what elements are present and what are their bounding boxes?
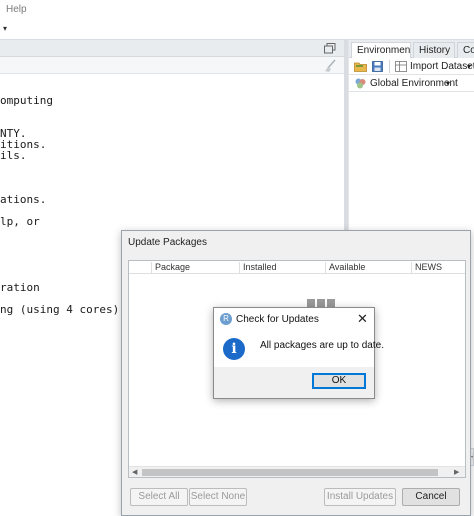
loading-dot — [327, 299, 335, 307]
tab-history[interactable]: History — [413, 42, 455, 58]
console-toolbar — [0, 57, 344, 74]
scroll-right-icon[interactable]: ▶ — [454, 468, 459, 476]
console-header — [0, 40, 344, 57]
console-line: ration — [0, 281, 40, 294]
column-installed[interactable]: Installed — [239, 262, 325, 274]
select-all-button[interactable]: Select All — [130, 488, 188, 506]
column-package[interactable]: Package — [151, 262, 239, 274]
select-none-button[interactable]: Select None — [189, 488, 247, 506]
loading-dot — [307, 299, 315, 307]
open-folder-icon[interactable] — [354, 61, 367, 72]
info-icon: i — [223, 338, 245, 360]
ok-button[interactable]: OK — [312, 373, 366, 389]
select-column-header[interactable] — [129, 261, 151, 274]
install-updates-button[interactable]: Install Updates — [324, 488, 396, 506]
console-line: ils. — [0, 149, 27, 162]
tab-environment[interactable]: Environment — [351, 42, 411, 59]
message-title: Check for Updates — [236, 314, 319, 325]
menubar: Help — [0, 0, 474, 20]
message-footer: OK — [214, 367, 374, 398]
import-dataset-icon — [395, 61, 407, 72]
r-environment-icon — [355, 78, 366, 89]
cancel-button[interactable]: Cancel — [402, 488, 460, 506]
console-line: lp, or — [0, 215, 40, 228]
close-icon[interactable]: ✕ — [357, 312, 368, 325]
console-line: ations. — [0, 193, 47, 206]
console-line: omputing — [0, 94, 53, 107]
r-app-icon: R — [220, 313, 232, 325]
chevron-down-icon[interactable]: ▾ — [467, 62, 471, 71]
menu-help[interactable]: Help — [6, 4, 27, 15]
scrollbar-thumb[interactable] — [142, 469, 438, 476]
table-header: Package Installed Available NEWS — [129, 261, 465, 274]
import-dataset-button[interactable]: Import Dataset — [410, 61, 474, 72]
chevron-down-icon[interactable]: ▾ — [446, 79, 450, 88]
message-text: All packages are up to date. — [260, 340, 384, 351]
dropdown-caret-icon[interactable]: ▾ — [3, 24, 7, 33]
env-scope-bar: Global Environment ▾ — [349, 75, 474, 92]
environment-scope-dropdown[interactable]: Global Environment — [370, 78, 458, 89]
save-icon[interactable] — [372, 61, 383, 72]
env-toolbar: Import Dataset ▾ — [349, 58, 474, 75]
tab-connections[interactable]: Con — [457, 42, 474, 58]
scroll-left-icon[interactable]: ◀ — [132, 468, 137, 476]
toolbar-divider — [389, 60, 390, 73]
maximize-pane-icon[interactable] — [324, 43, 336, 54]
clear-console-icon[interactable] — [323, 59, 337, 72]
main-toolbar: ▾ — [0, 20, 474, 40]
loading-dot — [317, 299, 325, 307]
dialog-title: Update Packages — [128, 237, 207, 248]
column-news[interactable]: NEWS — [411, 262, 465, 274]
env-tabbar: Environment History Con — [349, 40, 474, 59]
horizontal-scrollbar[interactable]: ◀ ▶ — [129, 466, 465, 477]
column-available[interactable]: Available — [325, 262, 411, 274]
check-for-updates-dialog: R Check for Updates ✕ i All packages are… — [213, 307, 384, 399]
console-line: ng (using 4 cores). — [0, 303, 126, 316]
message-titlebar: R Check for Updates ✕ — [214, 308, 374, 330]
